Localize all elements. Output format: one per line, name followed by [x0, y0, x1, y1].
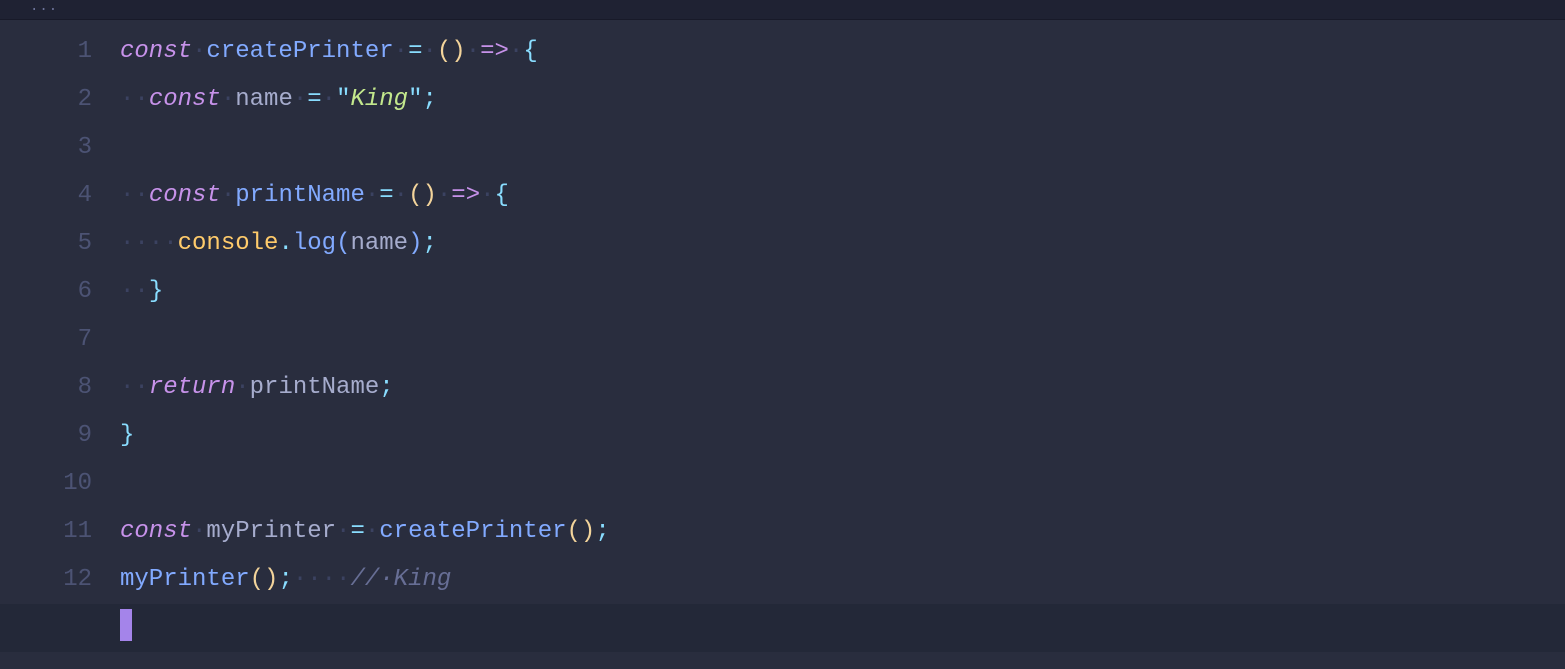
code-line[interactable]: }: [120, 412, 1565, 460]
code-line[interactable]: ··const·printName·=·()·=>·{: [120, 172, 1565, 220]
line-number: 11: [0, 508, 92, 556]
line-number: 10: [0, 460, 92, 508]
code-line[interactable]: const·createPrinter·=·()·=>·{: [120, 28, 1565, 76]
line-number: 1: [0, 28, 92, 76]
code-line[interactable]: ····console.log(name);: [120, 220, 1565, 268]
line-number: 4: [0, 172, 92, 220]
code-line[interactable]: [120, 124, 1565, 172]
line-number-gutter: 1 2 3 4 5 6 7 8 9 10 11 12 13: [0, 28, 120, 669]
cursor-icon: [120, 609, 132, 641]
tab-bar: ···: [0, 0, 1565, 20]
code-line[interactable]: myPrinter();····//·King: [120, 556, 1565, 604]
code-line-active[interactable]: [0, 604, 1565, 652]
line-number: 12: [0, 556, 92, 604]
line-number: 6: [0, 268, 92, 316]
code-line[interactable]: [120, 316, 1565, 364]
line-number: 3: [0, 124, 92, 172]
code-line[interactable]: [120, 460, 1565, 508]
line-number: 7: [0, 316, 92, 364]
code-line[interactable]: ··return·printName;: [120, 364, 1565, 412]
line-number: 2: [0, 76, 92, 124]
line-number: 8: [0, 364, 92, 412]
code-content[interactable]: const·createPrinter·=·()·=>·{ ··const·na…: [120, 28, 1565, 669]
code-line[interactable]: ··}: [120, 268, 1565, 316]
editor[interactable]: 1 2 3 4 5 6 7 8 9 10 11 12 13 const·crea…: [0, 20, 1565, 669]
line-number: 5: [0, 220, 92, 268]
line-number: 9: [0, 412, 92, 460]
code-line[interactable]: ··const·name·=·"King";: [120, 76, 1565, 124]
code-line[interactable]: const·myPrinter·=·createPrinter();: [120, 508, 1565, 556]
